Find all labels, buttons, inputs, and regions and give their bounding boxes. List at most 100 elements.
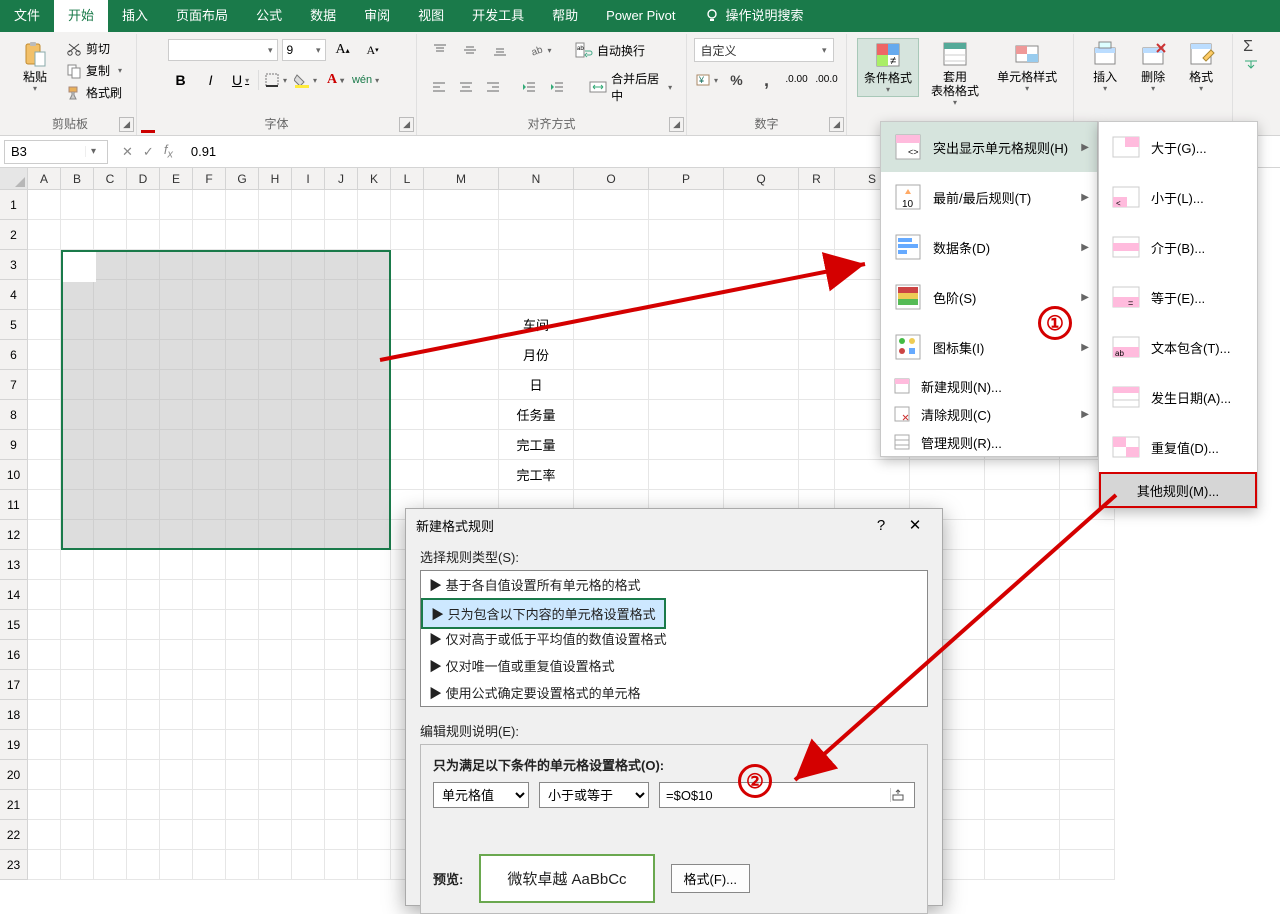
column-header[interactable]: I: [292, 168, 325, 190]
cell[interactable]: [226, 850, 259, 880]
cell[interactable]: [724, 220, 799, 250]
cell[interactable]: [325, 730, 358, 760]
align-bottom-button[interactable]: [487, 38, 513, 62]
cell[interactable]: [193, 550, 226, 580]
cell[interactable]: [94, 370, 127, 400]
cell[interactable]: [160, 550, 193, 580]
row-header[interactable]: 8: [0, 400, 28, 430]
cell[interactable]: [28, 820, 61, 850]
accounting-format-button[interactable]: ¥: [694, 68, 720, 92]
row-header[interactable]: 23: [0, 850, 28, 880]
cell[interactable]: [292, 340, 325, 370]
cell[interactable]: [259, 520, 292, 550]
cell[interactable]: [325, 610, 358, 640]
hc-greater-than[interactable]: 大于(G)...: [1099, 122, 1257, 172]
bold-button[interactable]: B: [168, 68, 194, 92]
cell[interactable]: [226, 490, 259, 520]
column-header[interactable]: Q: [724, 168, 799, 190]
cell[interactable]: [649, 310, 724, 340]
column-header[interactable]: A: [28, 168, 61, 190]
cell[interactable]: [94, 220, 127, 250]
cell[interactable]: [160, 190, 193, 220]
cell[interactable]: [325, 430, 358, 460]
cell[interactable]: [28, 280, 61, 310]
cell[interactable]: [1060, 670, 1115, 700]
cell[interactable]: [94, 640, 127, 670]
cell[interactable]: [574, 400, 649, 430]
decrease-decimal-button[interactable]: .00.0: [814, 68, 840, 92]
cell[interactable]: [94, 850, 127, 880]
cell[interactable]: [94, 580, 127, 610]
row-header[interactable]: 11: [0, 490, 28, 520]
cf-top-bottom[interactable]: 10 最前/最后规则(T)▶: [881, 172, 1097, 222]
cell[interactable]: [193, 610, 226, 640]
cell[interactable]: [226, 400, 259, 430]
cell[interactable]: [799, 250, 835, 280]
cell[interactable]: [985, 790, 1060, 820]
column-header[interactable]: C: [94, 168, 127, 190]
cell[interactable]: [28, 310, 61, 340]
cell[interactable]: [259, 760, 292, 790]
cell[interactable]: [127, 490, 160, 520]
cell[interactable]: [325, 400, 358, 430]
cell[interactable]: [94, 340, 127, 370]
cell[interactable]: [724, 340, 799, 370]
cell[interactable]: [127, 520, 160, 550]
cell[interactable]: [94, 760, 127, 790]
cell[interactable]: [499, 280, 574, 310]
cell[interactable]: [985, 700, 1060, 730]
hc-more-rules[interactable]: 其他规则(M)...: [1099, 472, 1257, 508]
cell[interactable]: [292, 220, 325, 250]
cell[interactable]: [127, 190, 160, 220]
cell[interactable]: [28, 460, 61, 490]
condition-target-select[interactable]: 单元格值: [433, 782, 529, 808]
align-right-button[interactable]: [481, 75, 504, 99]
cell[interactable]: [499, 190, 574, 220]
cell[interactable]: [193, 730, 226, 760]
cell[interactable]: [127, 760, 160, 790]
cell[interactable]: [94, 520, 127, 550]
cell[interactable]: [61, 400, 94, 430]
cell[interactable]: [28, 670, 61, 700]
cell[interactable]: [391, 220, 424, 250]
cell[interactable]: [325, 790, 358, 820]
cell[interactable]: [985, 520, 1060, 550]
cell[interactable]: [226, 760, 259, 790]
cell[interactable]: [28, 370, 61, 400]
cell[interactable]: [127, 640, 160, 670]
cell[interactable]: [160, 760, 193, 790]
cell[interactable]: [574, 460, 649, 490]
dialog-help-button[interactable]: ?: [864, 517, 898, 534]
cf-highlight-rules[interactable]: <> 突出显示单元格规则(H)▶: [881, 122, 1097, 172]
cell[interactable]: [985, 820, 1060, 850]
cell[interactable]: [1060, 550, 1115, 580]
cell[interactable]: [61, 760, 94, 790]
cell[interactable]: [910, 460, 985, 490]
cell[interactable]: [985, 730, 1060, 760]
cell[interactable]: [127, 670, 160, 700]
collapse-dialog-button[interactable]: [890, 788, 914, 802]
cf-manage-rules[interactable]: 管理规则(R)...: [881, 428, 1097, 456]
cell[interactable]: [325, 550, 358, 580]
cell[interactable]: [160, 460, 193, 490]
cf-color-scales[interactable]: 色阶(S)▶: [881, 272, 1097, 322]
format-cells-button[interactable]: 格式▾: [1180, 38, 1222, 95]
cell[interactable]: [127, 460, 160, 490]
cell[interactable]: [424, 400, 499, 430]
cell[interactable]: [358, 400, 391, 430]
font-name-combo[interactable]: ▾: [168, 39, 278, 61]
cut-button[interactable]: 剪切: [62, 38, 126, 59]
rule-type-option[interactable]: ▶ 仅对排名靠前或靠后的数值设置格式: [421, 598, 927, 625]
cell[interactable]: [28, 850, 61, 880]
cell[interactable]: [391, 190, 424, 220]
cell[interactable]: [160, 700, 193, 730]
column-header[interactable]: G: [226, 168, 259, 190]
name-box-input[interactable]: [5, 144, 85, 159]
cell[interactable]: [358, 340, 391, 370]
cf-icon-sets[interactable]: 图标集(I)▶: [881, 322, 1097, 372]
cell[interactable]: [61, 700, 94, 730]
cell[interactable]: [127, 340, 160, 370]
cell[interactable]: [358, 580, 391, 610]
font-size-combo[interactable]: 9▾: [282, 39, 326, 61]
name-box[interactable]: ▾: [4, 140, 108, 164]
